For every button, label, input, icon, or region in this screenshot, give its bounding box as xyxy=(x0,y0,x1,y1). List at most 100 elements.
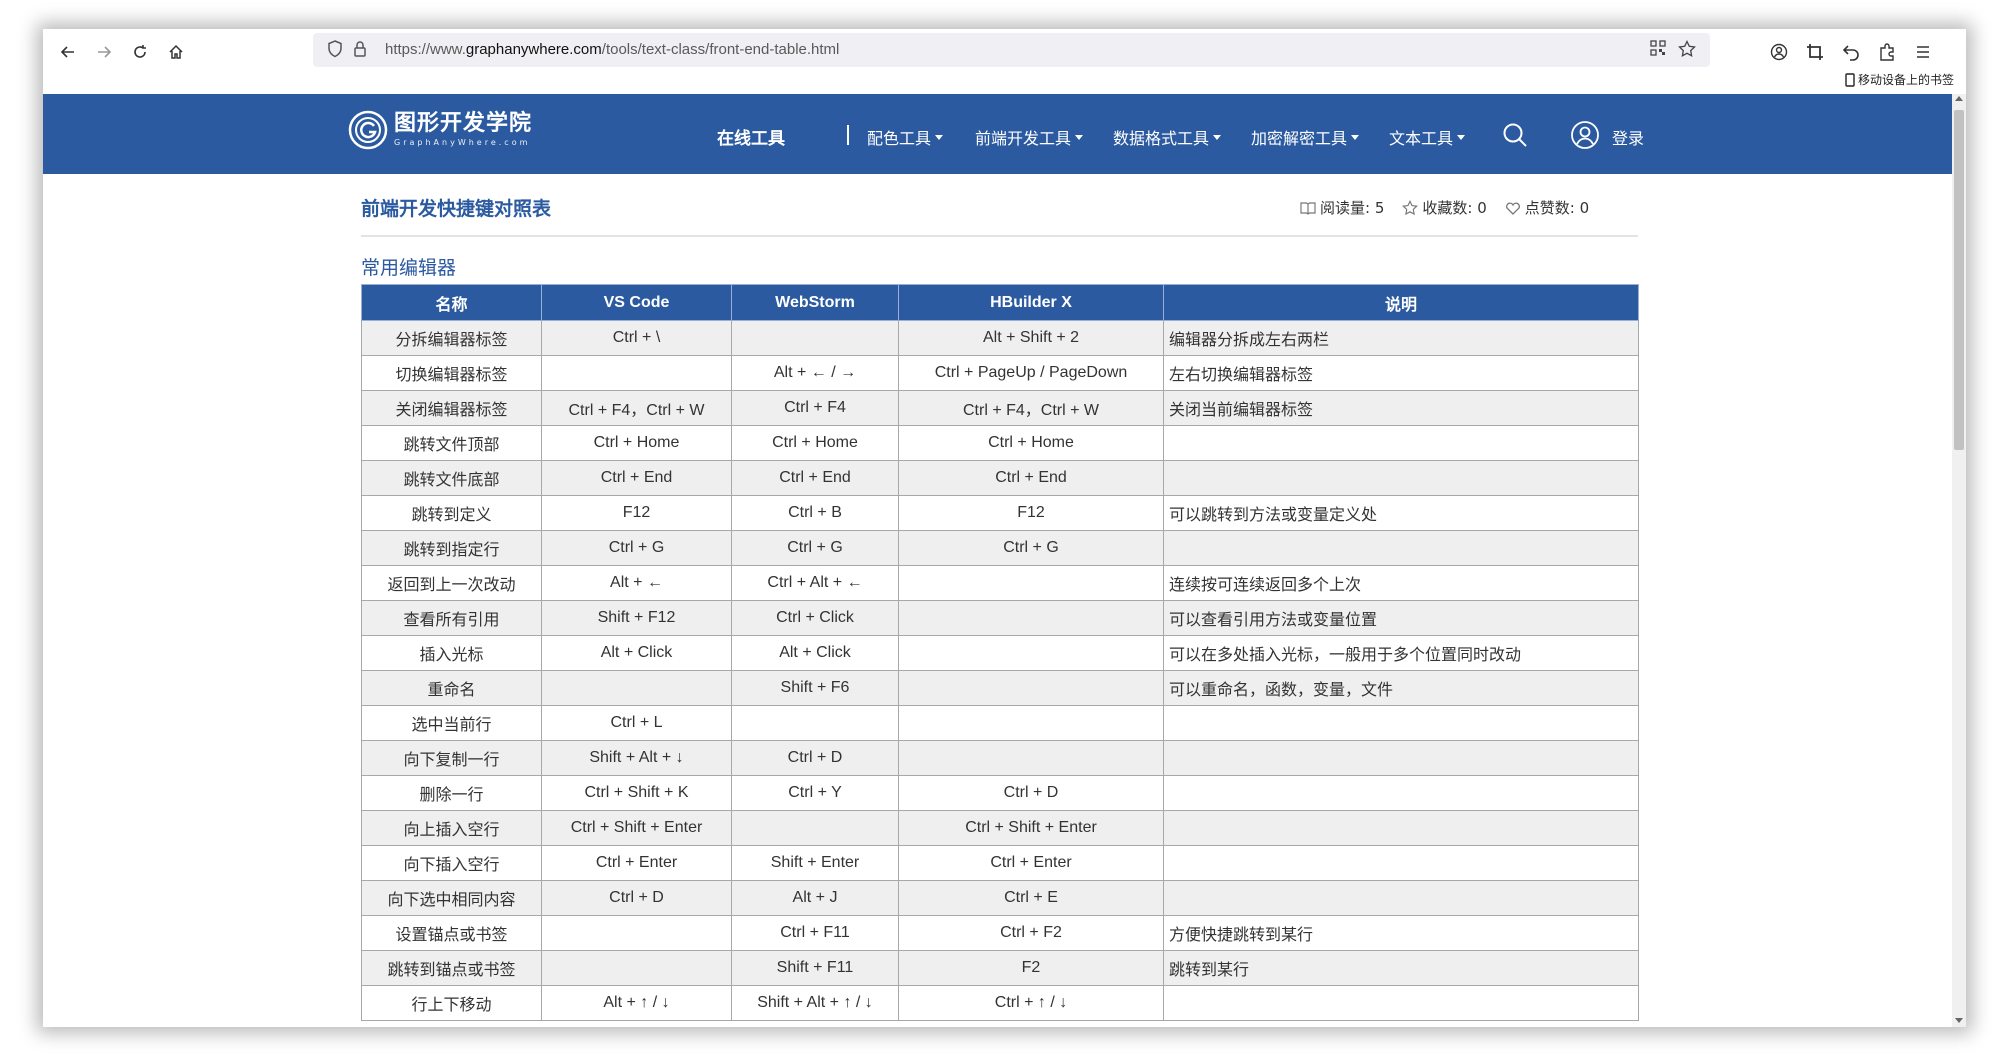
table-cell: Ctrl + D xyxy=(541,880,732,916)
table-cell: Shift + Enter xyxy=(731,845,899,881)
home-icon[interactable] xyxy=(159,35,193,69)
table-cell: 关闭编辑器标签 xyxy=(361,390,542,426)
title-divider xyxy=(361,235,1638,237)
column-header: VS Code xyxy=(541,284,732,321)
crop-icon[interactable] xyxy=(1798,35,1832,69)
table-cell xyxy=(1163,460,1639,496)
table-cell: Alt + Click xyxy=(731,635,899,671)
article-stats: 阅读量: 5 收藏数: 0 点赞数: 0 xyxy=(1300,197,1607,218)
shortcut-table: 名称 VS Code WebStorm HBuilder X 说明 分拆编辑器标… xyxy=(361,284,1639,1021)
table-cell: 删除一行 xyxy=(361,775,542,811)
table-cell xyxy=(731,810,899,846)
table-cell xyxy=(731,705,899,741)
table-row: 删除一行 Ctrl + Shift + K Ctrl + Y Ctrl + D xyxy=(361,775,1639,811)
search-icon[interactable] xyxy=(1502,122,1528,152)
table-row: 返回到上一次改动 Alt + ← Ctrl + Alt + ← 连续按可连续返回多个上… xyxy=(361,565,1639,601)
scroll-up-arrow-icon[interactable] xyxy=(1955,96,1963,101)
table-cell xyxy=(1163,845,1639,881)
favorite-count[interactable]: 收藏数: 0 xyxy=(1402,197,1487,218)
section-title: 常用编辑器 xyxy=(361,257,457,279)
scrollbar-thumb[interactable] xyxy=(1954,110,1964,450)
table-cell: Ctrl + End xyxy=(898,460,1164,496)
table-cell: Ctrl + F2 xyxy=(898,915,1164,951)
login-link[interactable]: 登录 xyxy=(1612,125,1644,149)
table-cell: 选中当前行 xyxy=(361,705,542,741)
table-cell: Ctrl + F4 xyxy=(731,390,899,426)
table-cell xyxy=(898,600,1164,636)
table-cell xyxy=(1163,880,1639,916)
table-row: 切换编辑器标签 Alt + ← / → Ctrl + PageUp / PageDo… xyxy=(361,355,1639,391)
url-text[interactable]: https://www.graphanywhere.com/tools/text… xyxy=(385,41,839,58)
bookmark-star-icon[interactable] xyxy=(1678,39,1696,62)
table-cell: 设置锚点或书签 xyxy=(361,915,542,951)
table-cell: Ctrl + End xyxy=(731,460,899,496)
qr-code-icon[interactable] xyxy=(1650,40,1666,60)
account-icon[interactable] xyxy=(1762,35,1796,69)
nav-item-frontend-tools[interactable]: 前端开发工具 xyxy=(975,125,1084,149)
table-cell: 跳转文件底部 xyxy=(361,460,542,496)
table-cell: Alt + Click xyxy=(541,635,732,671)
table-row: 向下插入空行 Ctrl + Enter Shift + Enter Ctrl + En… xyxy=(361,845,1639,881)
like-count[interactable]: 点赞数: 0 xyxy=(1505,197,1589,218)
table-cell: Shift + Alt + ↓ xyxy=(541,740,732,776)
table-cell: 可以在多处插入光标，一般用于多个位置同时改动 xyxy=(1163,635,1639,671)
star-icon xyxy=(1402,199,1419,215)
table-cell: 跳转文件顶部 xyxy=(361,425,542,461)
table-cell xyxy=(1163,985,1639,1021)
scroll-down-arrow-icon[interactable] xyxy=(1955,1018,1963,1023)
caret-down-icon xyxy=(1213,134,1222,140)
table-cell xyxy=(1163,530,1639,566)
site-logo[interactable]: 图形开发学院 GraphAnyWhere.com xyxy=(348,110,532,150)
table-header-row: 名称 VS Code WebStorm HBuilder X 说明 xyxy=(361,284,1639,321)
table-cell: 查看所有引用 xyxy=(361,600,542,636)
table-cell xyxy=(541,915,732,951)
logo-icon xyxy=(348,110,388,150)
table-cell: Alt + ← xyxy=(541,565,732,601)
table-row: 跳转到定义 F12 Ctrl + B F12 可以跳转到方法或变量定义处 xyxy=(361,495,1639,531)
back-icon[interactable] xyxy=(51,35,85,69)
heart-icon xyxy=(1505,202,1520,215)
forward-icon[interactable] xyxy=(87,35,121,69)
table-cell: 重命名 xyxy=(361,670,542,706)
table-cell: Alt + J xyxy=(731,880,899,916)
table-row: 分拆编辑器标签 Ctrl + \ Alt + Shift + 2 编辑器分拆成左右两栏 xyxy=(361,320,1639,356)
table-row: 选中当前行 Ctrl + L xyxy=(361,705,1639,741)
nav-item-text-tools[interactable]: 文本工具 xyxy=(1389,125,1466,149)
nav-item-color-tools[interactable]: 配色工具 xyxy=(867,125,944,149)
table-cell: Shift + Alt + ↑ / ↓ xyxy=(731,985,899,1021)
table-cell: 切换编辑器标签 xyxy=(361,355,542,391)
table-cell xyxy=(1163,740,1639,776)
table-cell: Ctrl + G xyxy=(731,530,899,566)
caret-down-icon xyxy=(1351,134,1360,140)
address-bar[interactable]: https://www.graphanywhere.com/tools/text… xyxy=(313,33,1710,67)
caret-down-icon xyxy=(1075,134,1084,140)
extensions-icon[interactable] xyxy=(1870,35,1904,69)
table-cell: Ctrl + F11 xyxy=(731,915,899,951)
undo-icon[interactable] xyxy=(1834,35,1868,69)
table-row: 插入光标 Alt + Click Alt + Click 可以在多处插入光标，一般用于… xyxy=(361,635,1639,671)
mobile-device-icon xyxy=(1845,72,1855,87)
nav-item-crypto-tools[interactable]: 加密解密工具 xyxy=(1251,125,1360,149)
tracking-protection-icon[interactable] xyxy=(327,40,343,62)
table-cell xyxy=(898,740,1164,776)
menu-icon[interactable] xyxy=(1906,35,1940,69)
table-cell: Ctrl + Shift + Enter xyxy=(898,810,1164,846)
table-cell: 分拆编辑器标签 xyxy=(361,320,542,356)
column-header: WebStorm xyxy=(731,284,899,321)
table-cell: Alt + ← / → xyxy=(731,355,899,391)
reload-icon[interactable] xyxy=(123,35,157,69)
table-cell: Ctrl + Home xyxy=(731,425,899,461)
lock-icon[interactable] xyxy=(353,40,367,62)
table-row: 向下选中相同内容 Ctrl + D Alt + J Ctrl + E xyxy=(361,880,1639,916)
table-cell: 连续按可连续返回多个上次 xyxy=(1163,565,1639,601)
nav-online-tools[interactable]: 在线工具 xyxy=(717,124,785,149)
nav-item-data-format-tools[interactable]: 数据格式工具 xyxy=(1113,125,1222,149)
table-cell: Ctrl + Click xyxy=(731,600,899,636)
caret-down-icon xyxy=(1457,134,1466,140)
page-scrollbar[interactable] xyxy=(1952,94,1966,1027)
logo-title: 图形开发学院 xyxy=(394,111,533,136)
table-cell: 跳转到锚点或书签 xyxy=(361,950,542,986)
mobile-bookmarks[interactable]: 移动设备上的书签 xyxy=(1845,71,1954,88)
table-cell: F12 xyxy=(898,495,1164,531)
user-icon[interactable] xyxy=(1570,120,1600,154)
